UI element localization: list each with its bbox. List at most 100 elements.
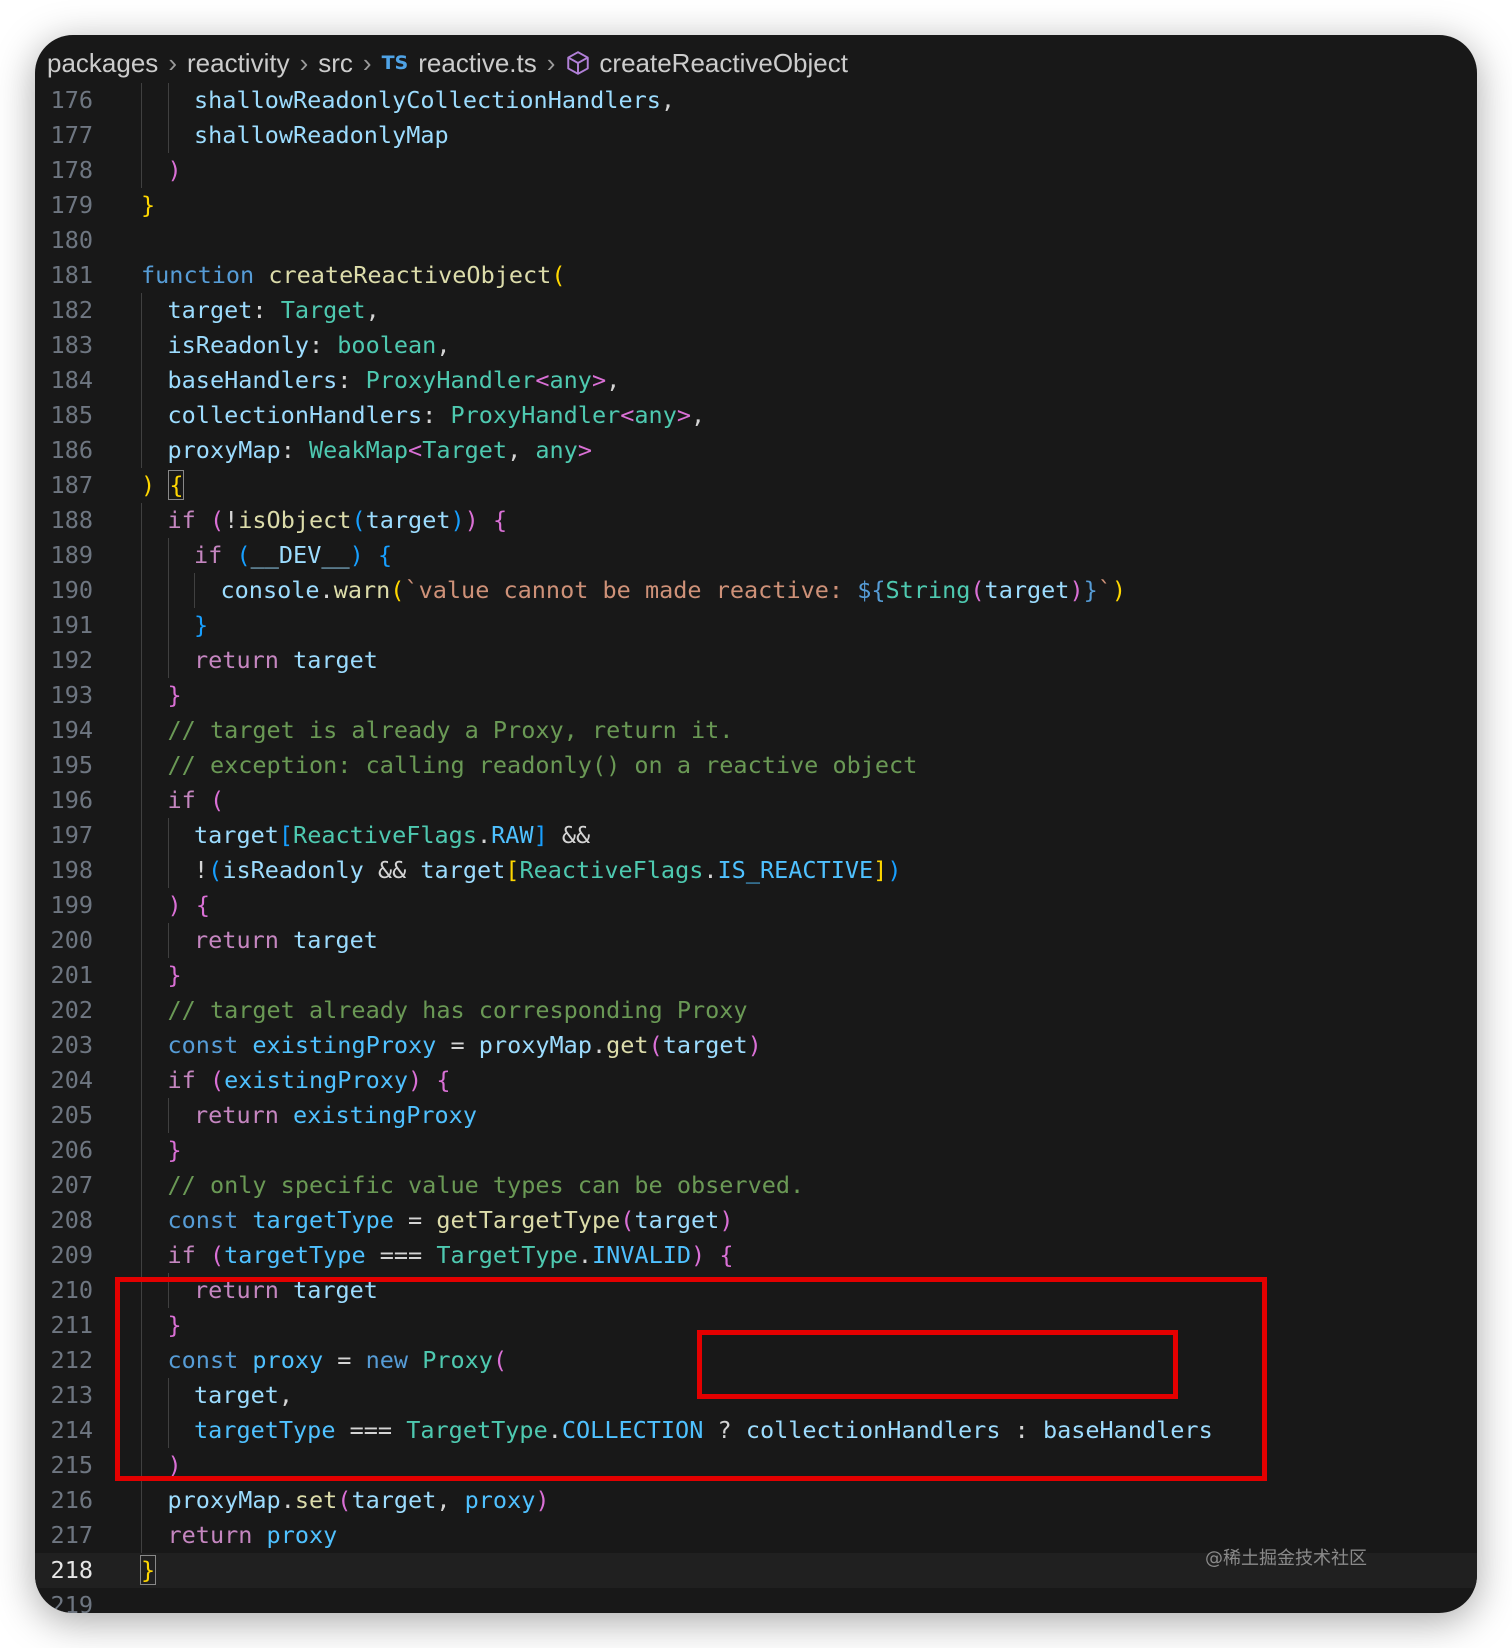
line-number[interactable]: 219 (35, 1588, 93, 1613)
code-line[interactable]: 192 return target (35, 643, 1477, 678)
line-number[interactable]: 205 (35, 1098, 93, 1133)
code-line[interactable]: 201} (35, 958, 1477, 993)
line-number[interactable]: 216 (35, 1483, 93, 1518)
code-line[interactable]: 183 isReadonly: boolean, (35, 328, 1477, 363)
line-number[interactable]: 176 (35, 83, 93, 118)
code-line[interactable]: 219 (35, 1588, 1477, 1613)
code-line[interactable]: 176 shallowReadonlyCollectionHandlers, (35, 83, 1477, 118)
line-number[interactable]: 217 (35, 1518, 93, 1553)
code-line[interactable]: 195 // exception: calling readonly() on a… (35, 748, 1477, 783)
line-number[interactable]: 183 (35, 328, 93, 363)
breadcrumb-item-reactivity[interactable]: reactivity (187, 48, 290, 79)
code-line[interactable]: 202 // target already has corresponding P… (35, 993, 1477, 1028)
code-line[interactable]: 200 return target (35, 923, 1477, 958)
line-number[interactable]: 204 (35, 1063, 93, 1098)
line-number[interactable]: 181 (35, 258, 93, 293)
code-line[interactable]: 199) { (35, 888, 1477, 923)
code-line[interactable]: 178) (35, 153, 1477, 188)
line-number[interactable]: 182 (35, 293, 93, 328)
code-line[interactable]: 203 const existingProxy = proxyMap.get(ta… (35, 1028, 1477, 1063)
code-token: createReactiveObject (268, 261, 552, 289)
line-number[interactable]: 184 (35, 363, 93, 398)
line-number[interactable]: 200 (35, 923, 93, 958)
indent-guide (167, 923, 169, 958)
code-line[interactable]: 182 target: Target, (35, 293, 1477, 328)
code-line[interactable]: 197 target[ReactiveFlags.RAW] && (35, 818, 1477, 853)
code-line[interactable]: 205 return existingProxy (35, 1098, 1477, 1133)
chevron-right-icon: › (168, 47, 177, 78)
line-number[interactable]: 197 (35, 818, 93, 853)
code-line[interactable]: 180 (35, 223, 1477, 258)
line-number[interactable]: 192 (35, 643, 93, 678)
line-number[interactable]: 195 (35, 748, 93, 783)
line-number[interactable]: 189 (35, 538, 93, 573)
line-number[interactable]: 186 (35, 433, 93, 468)
code-line[interactable]: 193} (35, 678, 1477, 713)
line-number[interactable]: 206 (35, 1133, 93, 1168)
line-number[interactable]: 198 (35, 853, 93, 888)
code-line[interactable]: 208 const targetType = getTargetType(targ… (35, 1203, 1477, 1238)
code-token: ( (551, 261, 566, 289)
code-line[interactable]: 191} (35, 608, 1477, 643)
line-number[interactable]: 209 (35, 1238, 93, 1273)
code-line[interactable]: 216 proxyMap.set(target, proxy) (35, 1483, 1477, 1518)
code-line[interactable]: 179} (35, 188, 1477, 223)
line-number[interactable]: 178 (35, 153, 93, 188)
code-token: } (167, 1136, 182, 1164)
breadcrumb-item-src[interactable]: src (318, 48, 353, 79)
code-line[interactable]: 207 // only specific value types can be o… (35, 1168, 1477, 1203)
code-line[interactable]: 196 if ( (35, 783, 1477, 818)
line-number[interactable]: 211 (35, 1308, 93, 1343)
code-line[interactable]: 198 !(isReadonly && target[ReactiveFlags.… (35, 853, 1477, 888)
code-line[interactable]: 189 if (__DEV__) { (35, 538, 1477, 573)
line-number[interactable]: 213 (35, 1378, 93, 1413)
code-token: [ (278, 821, 294, 849)
line-number[interactable]: 207 (35, 1168, 93, 1203)
breadcrumb-item-packages[interactable]: packages (47, 48, 158, 79)
line-number[interactable]: 208 (35, 1203, 93, 1238)
code-line[interactable]: 204 if (existingProxy) { (35, 1063, 1477, 1098)
code-line[interactable]: 177 shallowReadonlyMap (35, 118, 1477, 153)
line-number[interactable]: 203 (35, 1028, 93, 1063)
code-line[interactable]: 190 console.warn(`value cannot be made re… (35, 573, 1477, 608)
code-line[interactable]: 184 baseHandlers: ProxyHandler<any>, (35, 363, 1477, 398)
line-number[interactable]: 188 (35, 503, 93, 538)
code-line[interactable]: 185 collectionHandlers: ProxyHandler<any>… (35, 398, 1477, 433)
line-number[interactable]: 214 (35, 1413, 93, 1448)
line-number[interactable]: 190 (35, 573, 93, 608)
code-line[interactable]: 186 proxyMap: WeakMap<Target, any> (35, 433, 1477, 468)
code-token: ( (337, 1486, 352, 1514)
code-token: isReadonly (222, 856, 364, 884)
line-number[interactable]: 180 (35, 223, 93, 258)
code-line[interactable]: 206} (35, 1133, 1477, 1168)
breadcrumb-item-symbol[interactable]: createReactiveObject (599, 48, 848, 79)
code-token: < (620, 401, 635, 429)
code-line[interactable]: 194 // target is already a Proxy, return … (35, 713, 1477, 748)
line-number[interactable]: 196 (35, 783, 93, 818)
code-text: target[ReactiveFlags.RAW] && (194, 818, 604, 853)
line-number[interactable]: 202 (35, 993, 93, 1028)
code-line[interactable]: 209 if (targetType === TargetType.INVALID… (35, 1238, 1477, 1273)
line-number[interactable]: 212 (35, 1343, 93, 1378)
line-number[interactable]: 187 (35, 468, 93, 503)
breadcrumb-item-file[interactable]: reactive.ts (418, 48, 537, 79)
code-line[interactable]: 187) { (35, 468, 1477, 503)
code-token: proxyMap (167, 436, 281, 464)
line-number[interactable]: 179 (35, 188, 93, 223)
line-number[interactable]: 185 (35, 398, 93, 433)
line-number[interactable]: 191 (35, 608, 93, 643)
code-line[interactable]: 181 function createReactiveObject( (35, 258, 1477, 293)
line-number[interactable]: 177 (35, 118, 93, 153)
line-number[interactable]: 193 (35, 678, 93, 713)
line-number[interactable]: 201 (35, 958, 93, 993)
line-number[interactable]: 194 (35, 713, 93, 748)
line-number[interactable]: 210 (35, 1273, 93, 1308)
line-number[interactable]: 218 (35, 1553, 93, 1588)
line-number[interactable]: 215 (35, 1448, 93, 1483)
code-line[interactable]: 188 if (!isObject(target)) { (35, 503, 1477, 538)
code-text: ) (168, 153, 182, 188)
line-number[interactable]: 199 (35, 888, 93, 923)
code-token: : (252, 296, 281, 324)
